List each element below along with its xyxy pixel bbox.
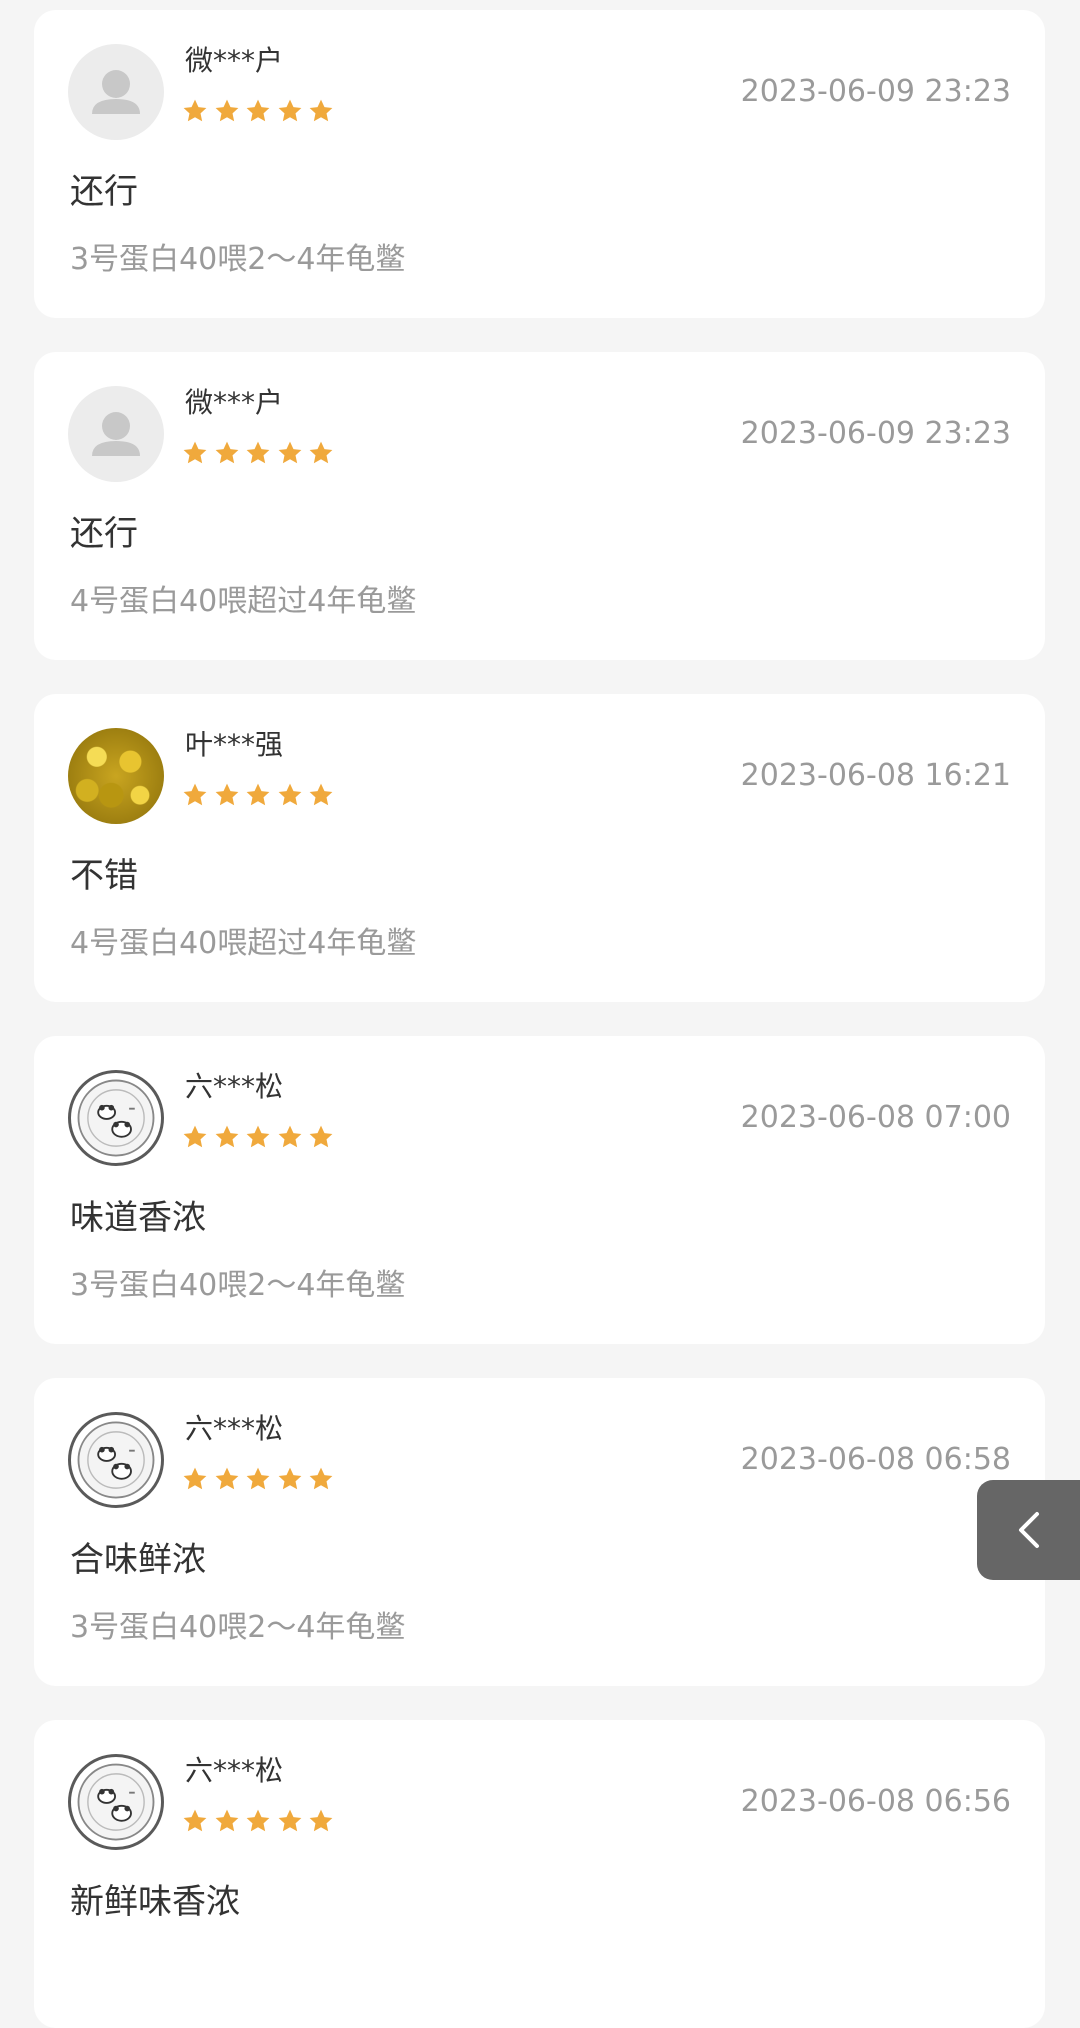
star-icon (308, 1808, 334, 1834)
review-date: 2023-06-08 06:58 (740, 1442, 1011, 1477)
product-spec: 4号蛋白40喂超过4年龟鳖 (70, 584, 417, 619)
star-icon (245, 1466, 271, 1492)
rating-stars (182, 1466, 340, 1492)
star-icon (245, 98, 271, 124)
star-icon (214, 1808, 240, 1834)
star-icon (182, 1124, 208, 1150)
star-icon (277, 98, 303, 124)
chevron-left-icon (1019, 1512, 1039, 1548)
star-icon (245, 1808, 271, 1834)
star-icon (182, 98, 208, 124)
review-date: 2023-06-08 06:56 (740, 1784, 1011, 1819)
star-icon (245, 440, 271, 466)
reviewer-name: 叶***强 (185, 728, 284, 761)
star-icon (308, 782, 334, 808)
star-icon (182, 440, 208, 466)
reviewer-name: 六***松 (185, 1412, 284, 1445)
panda-coin-avatar (68, 1070, 164, 1166)
rating-stars (182, 782, 340, 808)
rating-stars (182, 1124, 340, 1150)
star-icon (214, 1124, 240, 1150)
default-avatar-icon (68, 386, 164, 482)
rating-stars (182, 440, 340, 466)
review-date: 2023-06-08 07:00 (740, 1100, 1011, 1135)
review-card[interactable]: 微***户 2023-06-09 23:23 还行 3号蛋白40喂2～4年龟鳖 (34, 10, 1045, 318)
review-text: 合味鲜浓 (70, 1540, 206, 1580)
reviewer-name: 微***户 (185, 386, 284, 419)
rating-stars (182, 98, 340, 124)
reviewer-name: 微***户 (185, 44, 284, 77)
star-icon (277, 440, 303, 466)
star-icon (277, 1466, 303, 1492)
product-spec: 3号蛋白40喂2～4年龟鳖 (70, 242, 406, 277)
review-card[interactable]: 六***松 2023-06-08 06:56 新鲜味香浓 (34, 1720, 1045, 2028)
review-card[interactable]: 微***户 2023-06-09 23:23 还行 4号蛋白40喂超过4年龟鳖 (34, 352, 1045, 660)
reviewer-name: 六***松 (185, 1070, 284, 1103)
product-spec: 3号蛋白40喂2～4年龟鳖 (70, 1268, 406, 1303)
side-back-tab[interactable] (977, 1480, 1080, 1580)
star-icon (182, 782, 208, 808)
star-icon (277, 782, 303, 808)
review-text: 还行 (70, 172, 138, 212)
star-icon (277, 1124, 303, 1150)
star-icon (214, 1466, 240, 1492)
review-text: 不错 (70, 856, 138, 896)
review-date: 2023-06-08 16:21 (740, 758, 1011, 793)
yellow-flowers-avatar (68, 728, 164, 824)
star-icon (214, 782, 240, 808)
review-text: 还行 (70, 514, 138, 554)
star-icon (214, 440, 240, 466)
star-icon (182, 1808, 208, 1834)
review-date: 2023-06-09 23:23 (740, 74, 1011, 109)
product-spec: 3号蛋白40喂2～4年龟鳖 (70, 1610, 406, 1645)
star-icon (308, 440, 334, 466)
review-date: 2023-06-09 23:23 (740, 416, 1011, 451)
star-icon (277, 1808, 303, 1834)
panda-coin-avatar (68, 1412, 164, 1508)
star-icon (214, 98, 240, 124)
star-icon (245, 782, 271, 808)
review-card[interactable]: 六***松 2023-06-08 06:58 合味鲜浓 3号蛋白40喂2～4年龟… (34, 1378, 1045, 1686)
product-spec: 4号蛋白40喂超过4年龟鳖 (70, 926, 417, 961)
review-text: 味道香浓 (70, 1198, 206, 1238)
star-icon (308, 98, 334, 124)
default-avatar-icon (68, 44, 164, 140)
rating-stars (182, 1808, 340, 1834)
review-card[interactable]: 叶***强 2023-06-08 16:21 不错 4号蛋白40喂超过4年龟鳖 (34, 694, 1045, 1002)
review-card[interactable]: 六***松 2023-06-08 07:00 味道香浓 3号蛋白40喂2～4年龟… (34, 1036, 1045, 1344)
star-icon (308, 1124, 334, 1150)
panda-coin-avatar (68, 1754, 164, 1850)
star-icon (245, 1124, 271, 1150)
reviewer-name: 六***松 (185, 1754, 284, 1787)
review-text: 新鲜味香浓 (70, 1882, 240, 1922)
star-icon (182, 1466, 208, 1492)
star-icon (308, 1466, 334, 1492)
